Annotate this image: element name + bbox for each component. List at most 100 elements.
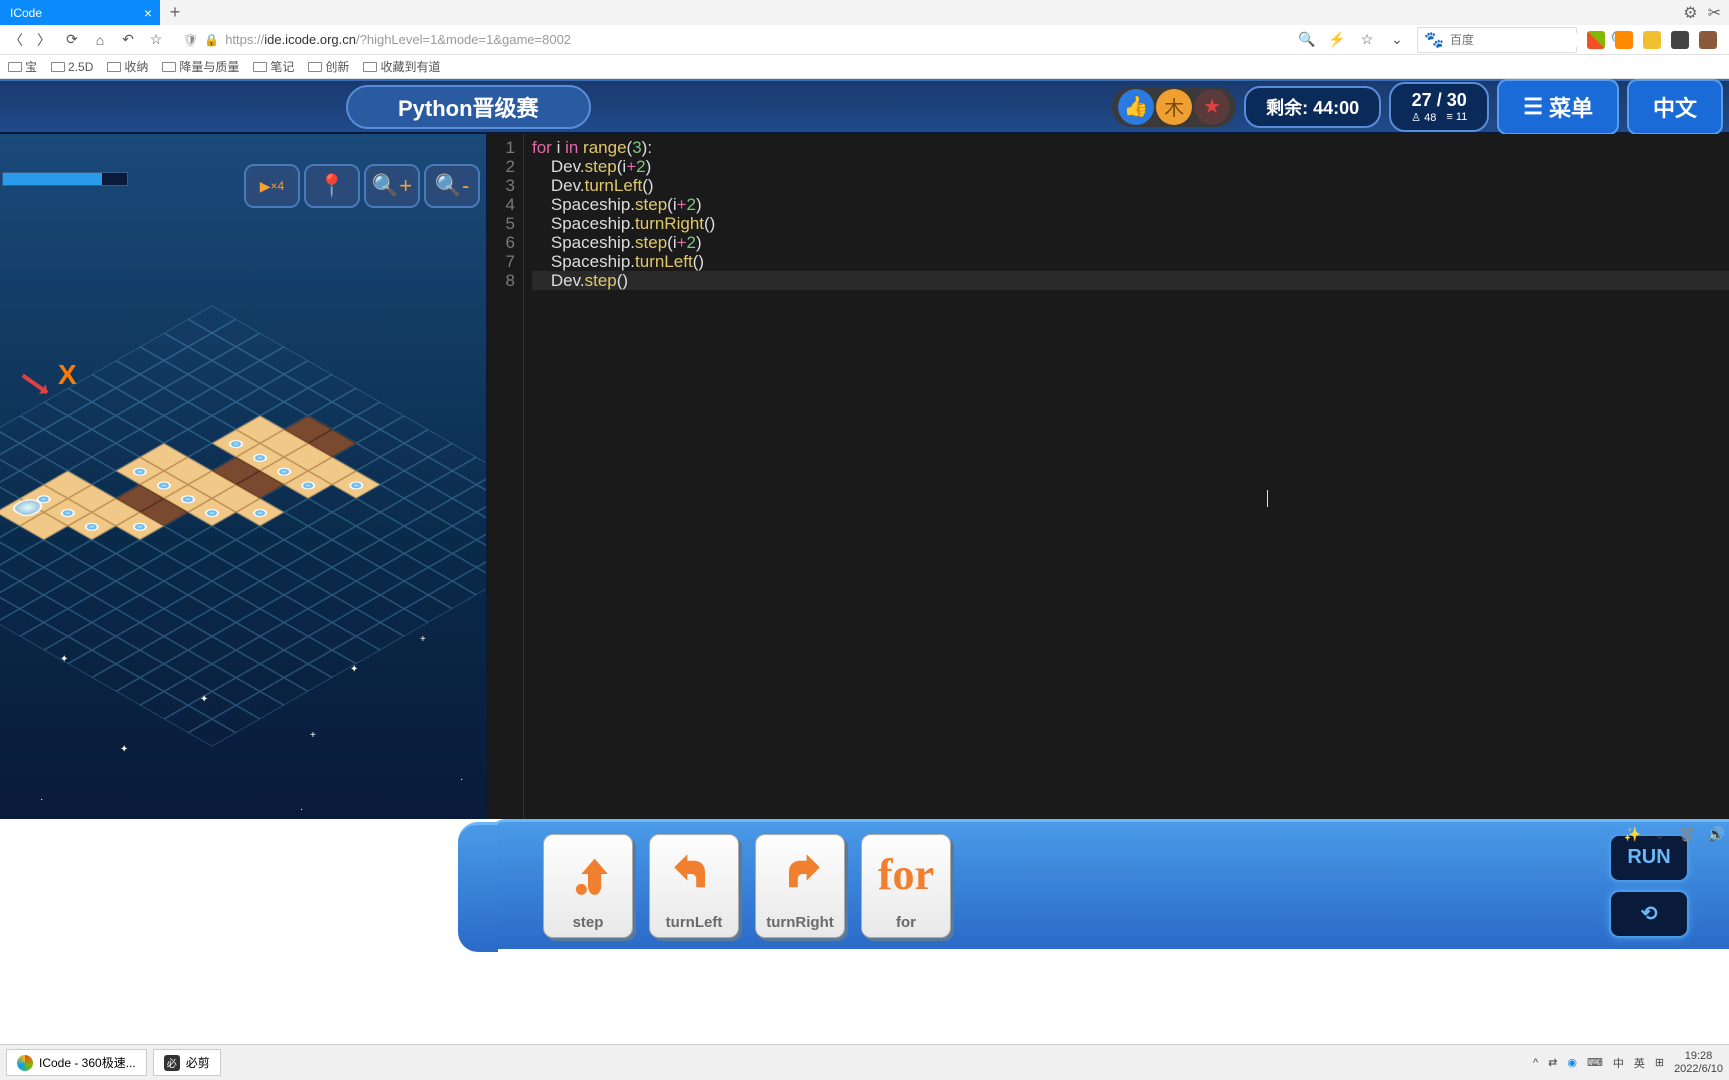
browser-tab-bar: ICode × + ⚙ ✂: [0, 0, 1729, 25]
folder-icon: [51, 62, 65, 72]
health-bar: [2, 172, 128, 186]
forward-button[interactable]: 〉: [34, 30, 54, 50]
heart-icon[interactable]: ♡: [1653, 826, 1666, 843]
app-header: Python晋级赛 👍 木 ★ 剩余: 44:00 27 / 30 ♙ 48≡ …: [0, 79, 1729, 134]
map-button[interactable]: 📍: [304, 164, 360, 208]
back-button[interactable]: 〈: [6, 30, 26, 50]
tree-badge[interactable]: 木: [1156, 89, 1192, 125]
bookmark-item[interactable]: 创新: [308, 58, 349, 75]
sound-icon[interactable]: 🔊: [1708, 826, 1725, 843]
search-box[interactable]: 🐾 🔍: [1417, 27, 1577, 53]
code-line[interactable]: Dev.turnLeft(): [532, 176, 1729, 195]
bookmark-item[interactable]: 宝: [8, 58, 37, 75]
reload-button[interactable]: ⟳: [62, 30, 82, 50]
folder-icon: [363, 62, 377, 72]
tab-title: ICode: [10, 6, 42, 20]
bookmark-item[interactable]: 笔记: [253, 58, 294, 75]
code-line[interactable]: Dev.step(): [532, 271, 1729, 290]
chevron-down-icon[interactable]: ⌄: [1387, 30, 1407, 50]
step-icon: [566, 835, 610, 914]
tray-sync-icon[interactable]: ⇄: [1548, 1056, 1557, 1069]
code-editor[interactable]: 12345678 for i in range(3): Dev.step(i+2…: [488, 134, 1729, 819]
taskbar-app-1[interactable]: ICode - 360极速...: [6, 1049, 147, 1076]
code-line[interactable]: Dev.step(i+2): [532, 157, 1729, 176]
star-button[interactable]: ☆: [146, 30, 166, 50]
cmd-label: for: [896, 914, 916, 931]
scissors-icon[interactable]: ✂: [1708, 3, 1721, 23]
menu-button[interactable]: ☰ 菜单: [1497, 79, 1619, 135]
reset-button[interactable]: ⟲: [1609, 890, 1689, 938]
tab-close-icon[interactable]: ×: [144, 5, 152, 21]
tray-keyboard-icon[interactable]: ⌨: [1587, 1056, 1603, 1069]
code-line[interactable]: for i in range(3):: [532, 138, 1729, 157]
bookmark-item[interactable]: 2.5D: [51, 60, 93, 74]
flash-icon[interactable]: ⚡: [1327, 30, 1347, 50]
zoom-icon[interactable]: 🔍: [1297, 30, 1317, 50]
new-tab-button[interactable]: +: [160, 0, 190, 25]
folder-icon: [162, 62, 176, 72]
windows-taskbar: ICode - 360极速... 必 必剪 ^ ⇄ ◉ ⌨ 中 英 ⊞ 19:2…: [0, 1044, 1729, 1080]
taskbar-app-2[interactable]: 必 必剪: [153, 1049, 221, 1076]
timer-pill: 剩余: 44:00: [1244, 86, 1381, 128]
trash-icon[interactable]: 🗑: [1678, 826, 1696, 843]
paw-icon: 🐾: [1424, 30, 1444, 50]
ext-icon-1[interactable]: [1587, 31, 1605, 49]
zoom-out-button[interactable]: 🔍-: [424, 164, 480, 208]
ext-icon-4[interactable]: [1671, 31, 1689, 49]
tray-chevron-icon[interactable]: ^: [1533, 1057, 1538, 1069]
browser-nav-bar: 〈 〉 ⟳ ⌂ ↶ ☆ 🛡 🔒 https://ide.icode.org.cn…: [0, 25, 1729, 55]
cmd-turnleft-button[interactable]: turnLeft: [649, 834, 739, 938]
url-text: https://ide.icode.org.cn/?highLevel=1&mo…: [225, 32, 571, 47]
menu-icon: ☰: [1523, 94, 1543, 120]
game-viewport[interactable]: ▶×4 📍 🔍+ 🔍- X ✦ ✦ ✦ ✦ + + + · · ·: [0, 134, 488, 819]
code-line[interactable]: Spaceship.step(i+2): [532, 195, 1729, 214]
badge-group: 👍 木 ★: [1112, 87, 1236, 127]
folder-icon: [253, 62, 267, 72]
ext-icon-3[interactable]: [1643, 31, 1661, 49]
tray-shield-icon[interactable]: ◉: [1567, 1056, 1577, 1069]
bookmark-bar: 宝 2.5D 收纳 降量与质量 笔记 创新 收藏到有道: [0, 55, 1729, 79]
lock-icon: 🔒: [204, 33, 219, 47]
folder-icon: [308, 62, 322, 72]
shield-icon: 🛡: [183, 33, 198, 47]
ext-icon-5[interactable]: [1699, 31, 1717, 49]
bookmark-item[interactable]: 收纳: [107, 58, 148, 75]
system-clock[interactable]: 19:28 2022/6/10: [1674, 1050, 1723, 1076]
tray-grid-icon[interactable]: ⊞: [1655, 1056, 1664, 1069]
extension-icon[interactable]: ⚙: [1683, 3, 1697, 23]
browser-tab-active[interactable]: ICode ×: [0, 0, 160, 25]
bookmark-item[interactable]: 收藏到有道: [363, 58, 440, 75]
fav-icon[interactable]: ☆: [1357, 30, 1377, 50]
ext-icon-2[interactable]: [1615, 31, 1633, 49]
command-panel: step turnLeft turnRight for for RUN ⟲: [488, 819, 1729, 949]
search-input[interactable]: [1450, 33, 1605, 47]
for-icon: for: [878, 835, 934, 914]
cmd-turnright-button[interactable]: turnRight: [755, 834, 845, 938]
speed-button[interactable]: ▶×4: [244, 164, 300, 208]
zoom-in-button[interactable]: 🔍+: [364, 164, 420, 208]
main-area: ▶×4 📍 🔍+ 🔍- X ✦ ✦ ✦ ✦ + + + · · · 123456…: [0, 134, 1729, 819]
text-caret: [1267, 490, 1268, 507]
bookmark-item[interactable]: 降量与质量: [162, 58, 239, 75]
address-bar[interactable]: 🛡 🔒 https://ide.icode.org.cn/?highLevel=…: [174, 28, 1289, 52]
cmd-for-button[interactable]: for for: [861, 834, 951, 938]
app-icon: [17, 1055, 33, 1071]
code-line[interactable]: Spaceship.turnRight(): [532, 214, 1729, 233]
star-badge[interactable]: ★: [1194, 89, 1230, 125]
home-button[interactable]: ⌂: [90, 30, 110, 50]
cmd-step-button[interactable]: step: [543, 834, 633, 938]
thumbs-up-badge[interactable]: 👍: [1118, 89, 1154, 125]
code-area[interactable]: for i in range(3): Dev.step(i+2) Dev.tur…: [524, 134, 1729, 819]
ime-indicator-1[interactable]: 中: [1613, 1055, 1624, 1071]
line-gutter: 12345678: [488, 134, 524, 819]
language-button[interactable]: 中文: [1627, 79, 1723, 135]
ime-indicator-2[interactable]: 英: [1634, 1055, 1645, 1071]
undo-button[interactable]: ↶: [118, 30, 138, 50]
code-line[interactable]: Spaceship.step(i+2): [532, 233, 1729, 252]
cmd-label: turnRight: [766, 914, 833, 931]
folder-icon: [107, 62, 121, 72]
sparkle-icon[interactable]: ✨: [1624, 826, 1641, 843]
turnright-icon: [778, 835, 822, 914]
code-line[interactable]: Spaceship.turnLeft(): [532, 252, 1729, 271]
cmd-label: step: [573, 914, 604, 931]
